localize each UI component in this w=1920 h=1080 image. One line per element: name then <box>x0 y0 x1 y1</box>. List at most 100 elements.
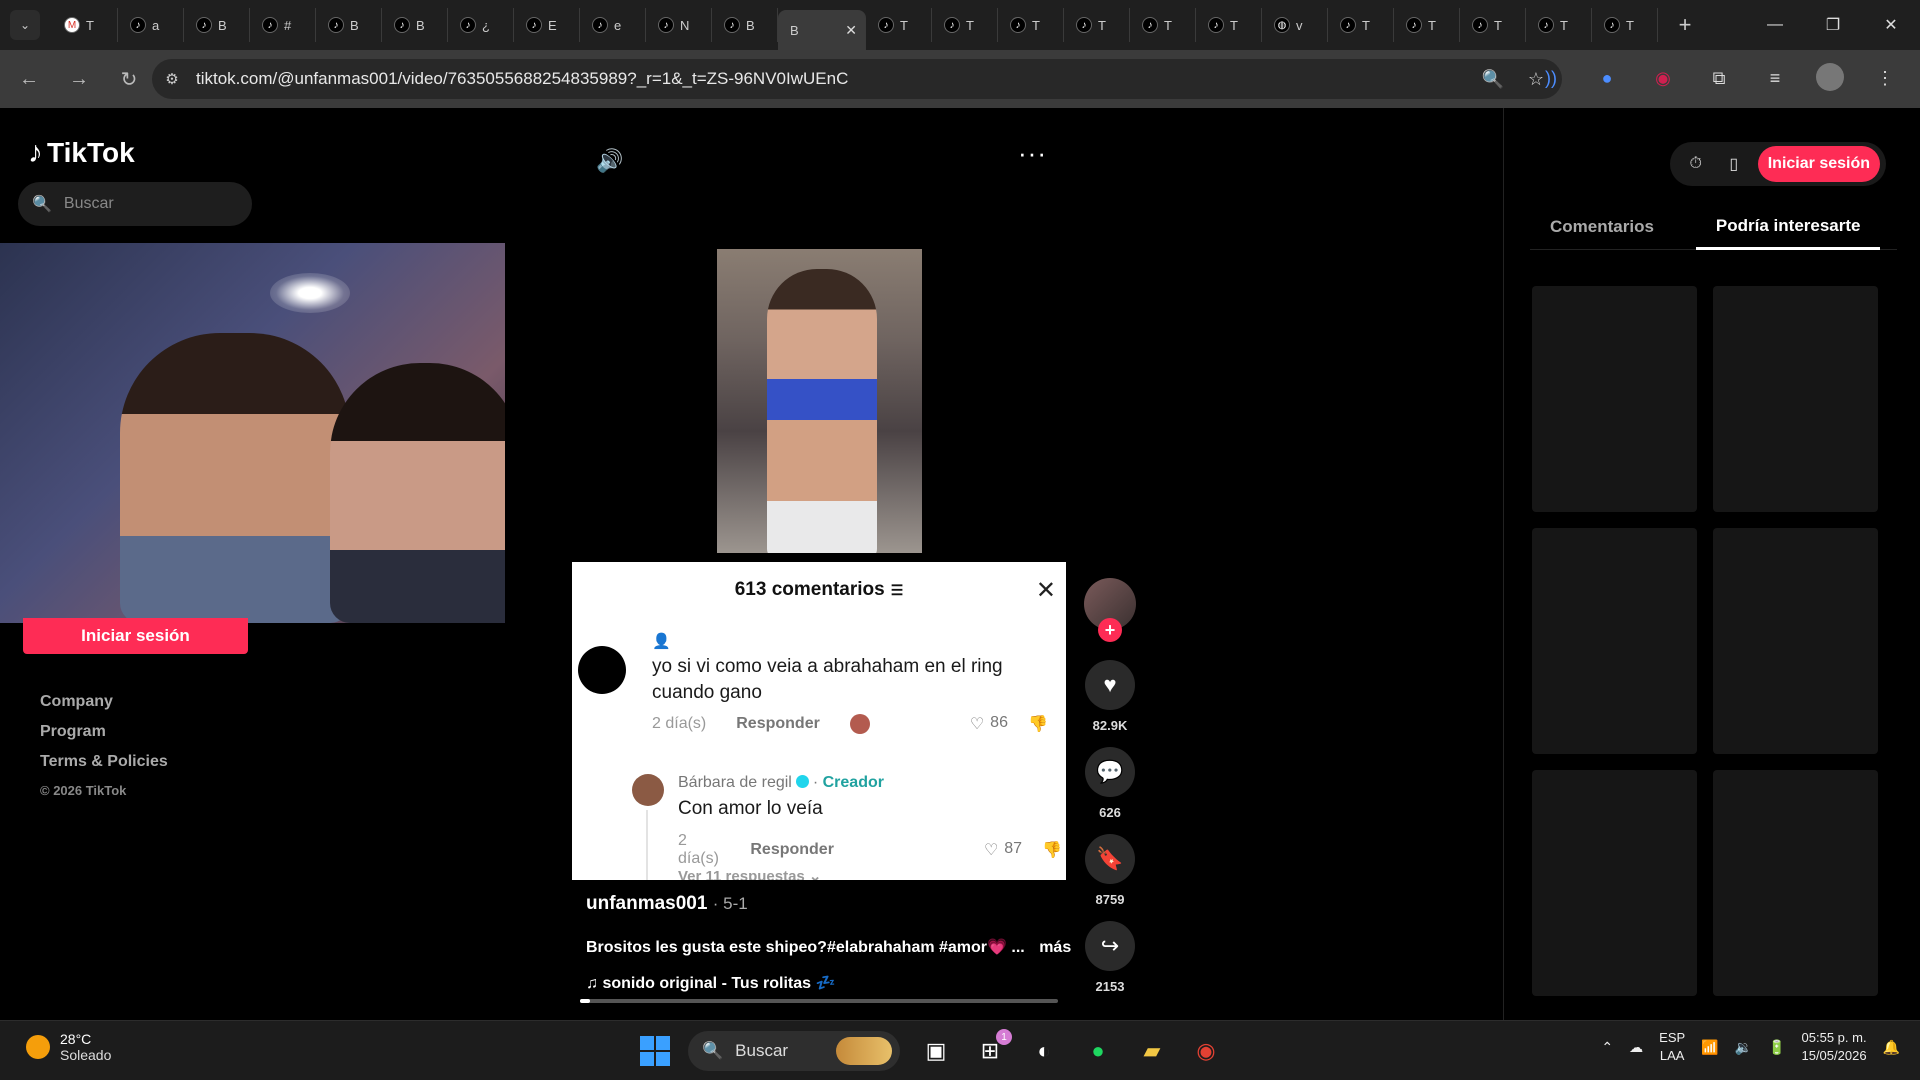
mobile-icon[interactable]: ▯ <box>1720 150 1748 178</box>
search-input[interactable]: 🔍 Buscar <box>18 182 252 226</box>
notification-icon[interactable]: 🔔 <box>1883 1039 1900 1056</box>
creator-avatar[interactable]: + <box>1084 578 1136 642</box>
browser-tab[interactable]: MT <box>52 8 118 42</box>
like-comment-button[interactable]: ♡ 86 <box>970 714 1008 734</box>
sort-filter-icon[interactable]: ☰ <box>891 582 904 599</box>
footer-link-terms[interactable]: Terms & Policies <box>40 753 168 771</box>
music-info[interactable]: ♫ sonido original - Tus rolitas 💤 <box>586 973 1086 993</box>
app-circle-icon[interactable]: ◐ <box>1026 1033 1062 1069</box>
suggested-thumbnail[interactable] <box>1713 286 1878 512</box>
chevron-up-icon[interactable]: ⌃ <box>1601 1039 1613 1056</box>
reply-author-name[interactable]: Bárbara de regil <box>678 774 792 791</box>
browser-tab[interactable]: ♪ T <box>1394 8 1460 42</box>
suggested-thumbnail[interactable] <box>1532 528 1697 754</box>
coin-icon[interactable]: ⏱ <box>1682 150 1710 178</box>
weather-widget[interactable]: 28°C Soleado <box>26 1031 111 1063</box>
address-bar[interactable]: ⚙ tiktok.com/@unfanmas001/video/76350556… <box>152 59 1562 99</box>
onedrive-icon[interactable]: ☁ <box>1629 1039 1643 1056</box>
tab-suggested[interactable]: Podría interesarte <box>1695 204 1881 250</box>
store-icon[interactable]: ⊞ 1 <box>972 1029 1012 1069</box>
footer-link-program[interactable]: Program <box>40 723 168 741</box>
url-text[interactable]: tiktok.com/@unfanmas001/video/7635055688… <box>196 69 848 89</box>
comment-avatar[interactable] <box>578 646 626 694</box>
browser-tab[interactable]: ♪ # <box>250 8 316 42</box>
browser-tab[interactable]: ♪ T <box>1460 8 1526 42</box>
share-button[interactable]: ↪ <box>1085 921 1135 971</box>
suggested-thumbnail[interactable] <box>1713 528 1878 754</box>
browser-tab[interactable]: ♪ T <box>866 8 932 42</box>
spotify-icon[interactable]: ● <box>1080 1033 1116 1069</box>
menu-dots-icon[interactable]: ⋮ <box>1870 63 1900 93</box>
volume-icon[interactable]: 🔊 <box>596 148 623 174</box>
browser-tab[interactable]: ♪ B <box>184 8 250 42</box>
browser-tab[interactable]: ♪ T <box>1328 8 1394 42</box>
video-player[interactable] <box>717 249 922 553</box>
taskbar-search[interactable]: 🔍 Buscar <box>688 1031 900 1071</box>
media-control-icon[interactable]: ≡ <box>1760 63 1790 93</box>
zoom-icon[interactable]: 🔍 <box>1481 69 1503 90</box>
follow-plus-icon[interactable]: + <box>1098 618 1122 642</box>
browser-tab[interactable]: B ✕ <box>778 10 866 50</box>
tab-comments[interactable]: Comentarios <box>1530 204 1674 250</box>
browser-tab[interactable]: ♪ E <box>514 8 580 42</box>
suggested-thumbnail[interactable] <box>1713 770 1878 996</box>
footer-link-company[interactable]: Company <box>40 693 168 711</box>
browser-tab[interactable]: ♪ T <box>1196 8 1262 42</box>
browser-tab[interactable]: ♪ T <box>932 8 998 42</box>
suggested-thumbnail[interactable] <box>1532 770 1697 996</box>
wifi-icon[interactable]: 📶 <box>1701 1039 1718 1056</box>
browser-tab[interactable]: ♪ N <box>646 8 712 42</box>
extension-record-icon[interactable]: ◉ <box>1648 63 1678 93</box>
clock[interactable]: 05:55 p. m. 15/05/2026 <box>1801 1029 1866 1065</box>
reply-button[interactable]: Responder <box>736 715 820 733</box>
browser-tab[interactable]: ♪ T <box>1526 8 1592 42</box>
file-explorer-icon[interactable]: ▰ <box>1134 1033 1170 1069</box>
browser-tab[interactable]: ◍ v <box>1262 8 1328 42</box>
close-icon[interactable]: ✕ <box>1036 576 1056 605</box>
new-tab-button[interactable]: + <box>1670 12 1700 38</box>
browser-tab[interactable]: ♪ T <box>998 8 1064 42</box>
login-button[interactable]: Iniciar sesión <box>1757 146 1880 182</box>
suggested-thumbnail[interactable] <box>1532 286 1697 512</box>
forward-button[interactable]: → <box>58 58 100 100</box>
more-options-icon[interactable]: ··· <box>1018 138 1047 169</box>
browser-tab[interactable]: ♪ e <box>580 8 646 42</box>
view-more-replies[interactable]: Ver 11 respuestas ⌄ <box>678 867 822 880</box>
more-button[interactable]: más <box>1039 939 1071 956</box>
browser-tab[interactable]: ♪ T <box>1592 8 1658 42</box>
start-icon[interactable] <box>640 1036 670 1066</box>
browser-tab[interactable]: ♪ T <box>1130 8 1196 42</box>
sidebar-login-button[interactable]: Iniciar sesión <box>23 618 248 654</box>
browser-tab[interactable]: ♪ B <box>316 8 382 42</box>
extensions-puzzle-icon[interactable]: ⧉ <box>1704 63 1734 93</box>
reply-avatar[interactable] <box>632 774 664 806</box>
like-button[interactable]: ♥ <box>1085 660 1135 710</box>
minimize-button[interactable]: — <box>1746 0 1804 50</box>
site-info-icon[interactable]: ⚙ <box>152 70 192 88</box>
volume-tray-icon[interactable]: 🔉 <box>1735 1039 1752 1056</box>
comment-button[interactable]: 💬 <box>1085 747 1135 797</box>
extension-blue-icon[interactable]: ● <box>1592 63 1622 93</box>
browser-tab[interactable]: ♪ B <box>382 8 448 42</box>
browser-tab[interactable]: ♪ ¿ <box>448 8 514 42</box>
tiktok-logo[interactable]: ♪ TikTok <box>28 136 135 170</box>
profile-avatar[interactable] <box>1816 63 1844 91</box>
task-view-icon[interactable]: ▣ <box>918 1033 954 1069</box>
browser-tab[interactable]: ♪ B <box>712 8 778 42</box>
extension-audio-icon[interactable]: )) <box>1536 63 1566 93</box>
video-progress-bar[interactable] <box>580 999 1058 1003</box>
restore-button[interactable]: ❐ <box>1804 0 1862 50</box>
reload-button[interactable]: ↻ <box>108 58 150 100</box>
close-tab-icon[interactable]: ✕ <box>845 22 857 39</box>
close-window-button[interactable]: ✕ <box>1862 0 1920 50</box>
chrome-icon[interactable]: ◉ <box>1188 1033 1224 1069</box>
browser-tab[interactable]: ♪ a <box>118 8 184 42</box>
reply-button[interactable]: Responder <box>750 841 834 859</box>
language-indicator[interactable]: ESP LAA <box>1659 1029 1685 1065</box>
back-button[interactable]: ← <box>8 58 50 100</box>
battery-icon[interactable]: 🔋 <box>1768 1039 1785 1056</box>
dislike-icon[interactable]: 👎 <box>1042 840 1062 860</box>
author-name[interactable]: unfanmas001 <box>586 893 707 914</box>
save-button[interactable]: 🔖 <box>1085 834 1135 884</box>
dislike-icon[interactable]: 👎 <box>1028 714 1048 734</box>
